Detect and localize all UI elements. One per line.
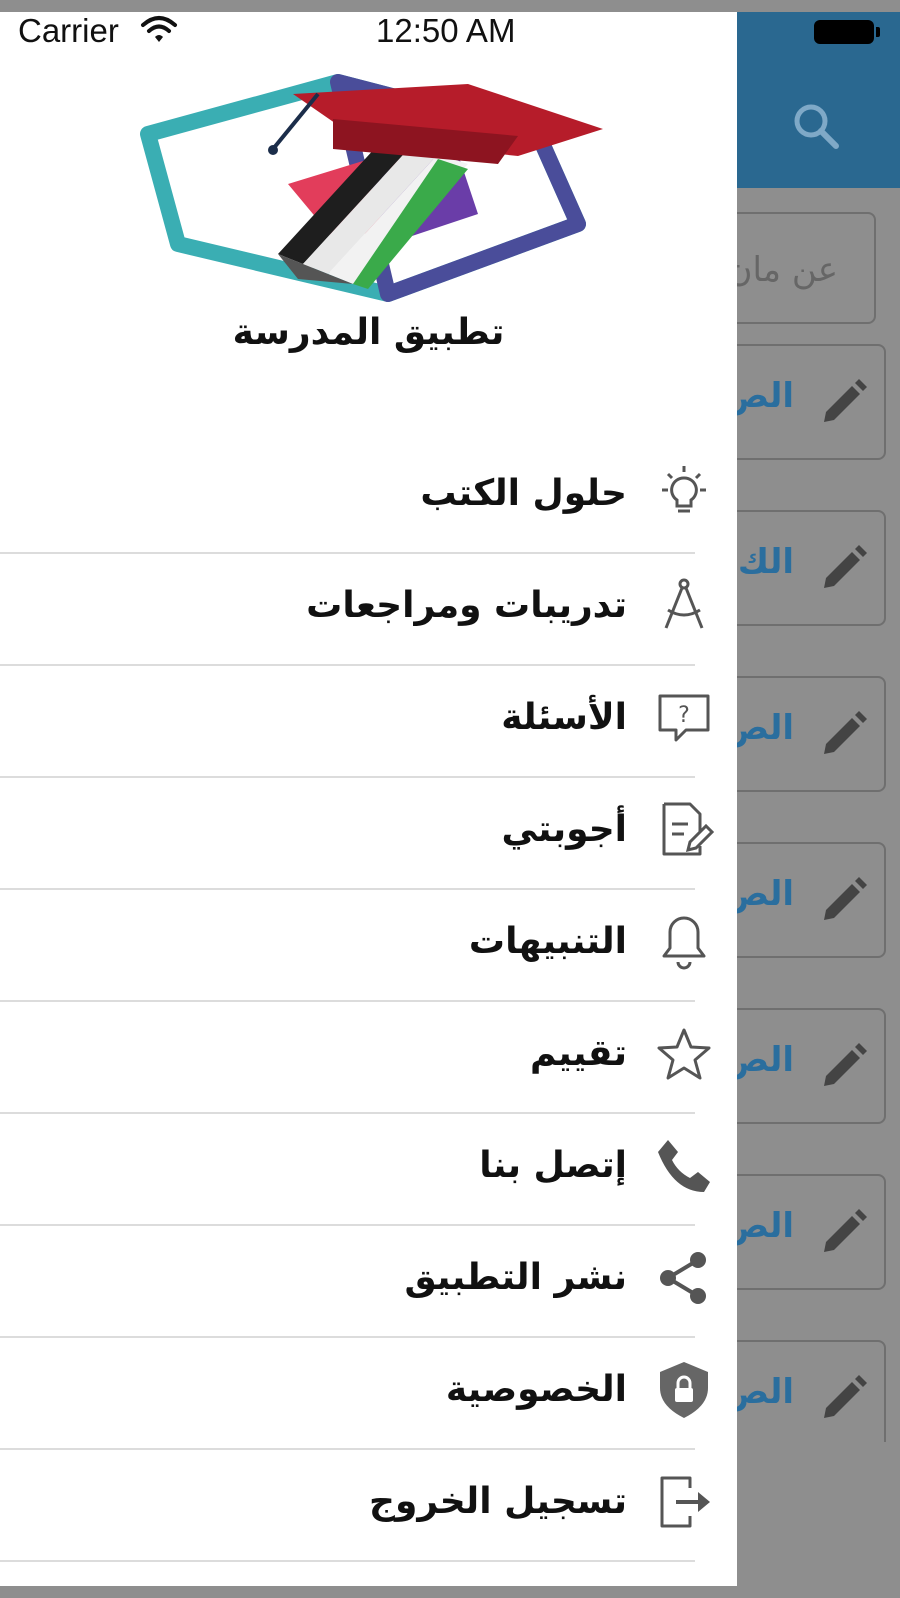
- app-title: تطبيق المدرسة: [232, 312, 505, 353]
- background-search-field[interactable]: عن مان: [716, 212, 876, 324]
- menu-item-logout[interactable]: تسجيل الخروج: [0, 1450, 737, 1562]
- background-card[interactable]: الص: [716, 1008, 886, 1124]
- phone-icon: [658, 1140, 710, 1192]
- menu-item-exercises[interactable]: تدريبات ومراجعات: [0, 554, 737, 666]
- pencil-icon: [824, 545, 867, 588]
- pencil-icon: [824, 877, 867, 920]
- menu-item-contact-us[interactable]: إتصل بنا: [0, 1114, 737, 1226]
- question-chat-icon: ?: [658, 694, 710, 742]
- bell-icon: [662, 916, 706, 970]
- pencil-icon: [824, 1043, 867, 1086]
- carrier-label: Carrier: [18, 12, 119, 49]
- star-icon: [657, 1028, 711, 1080]
- search-icon[interactable]: [790, 100, 842, 152]
- share-icon: [660, 1252, 706, 1304]
- background-card[interactable]: الص: [716, 676, 886, 792]
- menu-item-label: تدريبات ومراجعات: [306, 585, 627, 626]
- background-card[interactable]: الص: [716, 344, 886, 460]
- search-placeholder: عن مان: [727, 250, 838, 290]
- background-card[interactable]: الك: [716, 510, 886, 626]
- background-card[interactable]: الص: [716, 1174, 886, 1290]
- background-card[interactable]: الص: [716, 842, 886, 958]
- menu-item-label: تقييم: [529, 1033, 627, 1074]
- menu-item-book-solutions[interactable]: حلول الكتب: [0, 442, 737, 554]
- wifi-icon: [141, 16, 177, 42]
- menu-item-label: أجوبتي: [501, 809, 628, 850]
- pencil-icon: [824, 379, 867, 422]
- menu-item-label: تسجيل الخروج: [369, 1481, 627, 1522]
- pencil-icon: [824, 1209, 867, 1252]
- menu-item-label: الخصوصية: [445, 1369, 627, 1410]
- svg-text:?: ?: [678, 703, 690, 728]
- menu-item-label: إتصل بنا: [479, 1145, 627, 1186]
- shield-lock-icon: [660, 1362, 708, 1418]
- menu-item-label: حلول الكتب: [420, 473, 627, 514]
- background-card[interactable]: الص: [716, 1340, 886, 1442]
- divider: [0, 1560, 695, 1562]
- battery-icon: [814, 20, 880, 44]
- navigation-drawer: Carrier 12:50 AM تطبيق المدرسة حلول الكت…: [0, 12, 737, 1586]
- menu-item-privacy[interactable]: الخصوصية: [0, 1338, 737, 1450]
- compass-icon: [664, 578, 704, 629]
- card-label: الك: [737, 542, 794, 582]
- status-bar: Carrier 12:50 AM: [0, 12, 737, 52]
- status-time: 12:50 AM: [376, 12, 516, 49]
- drawer-menu: حلول الكتب تدريبات ومراجعات الأسئلة ? أج…: [0, 442, 737, 1562]
- menu-item-share-app[interactable]: نشر التطبيق: [0, 1226, 737, 1338]
- lightbulb-icon: [662, 466, 706, 513]
- pencil-icon: [824, 1375, 867, 1418]
- pencil-icon: [824, 711, 867, 754]
- menu-item-notifications[interactable]: التنبيهات: [0, 890, 737, 1002]
- menu-item-label: نشر التطبيق: [404, 1257, 627, 1298]
- document-edit-icon: [662, 802, 714, 856]
- menu-item-label: الأسئلة: [501, 697, 627, 738]
- menu-item-rating[interactable]: تقييم: [0, 1002, 737, 1114]
- menu-item-my-answers[interactable]: أجوبتي: [0, 778, 737, 890]
- menu-item-questions[interactable]: الأسئلة ?: [0, 666, 737, 778]
- app-logo: [140, 74, 603, 302]
- logout-icon: [660, 1476, 710, 1528]
- menu-item-label: التنبيهات: [468, 921, 627, 962]
